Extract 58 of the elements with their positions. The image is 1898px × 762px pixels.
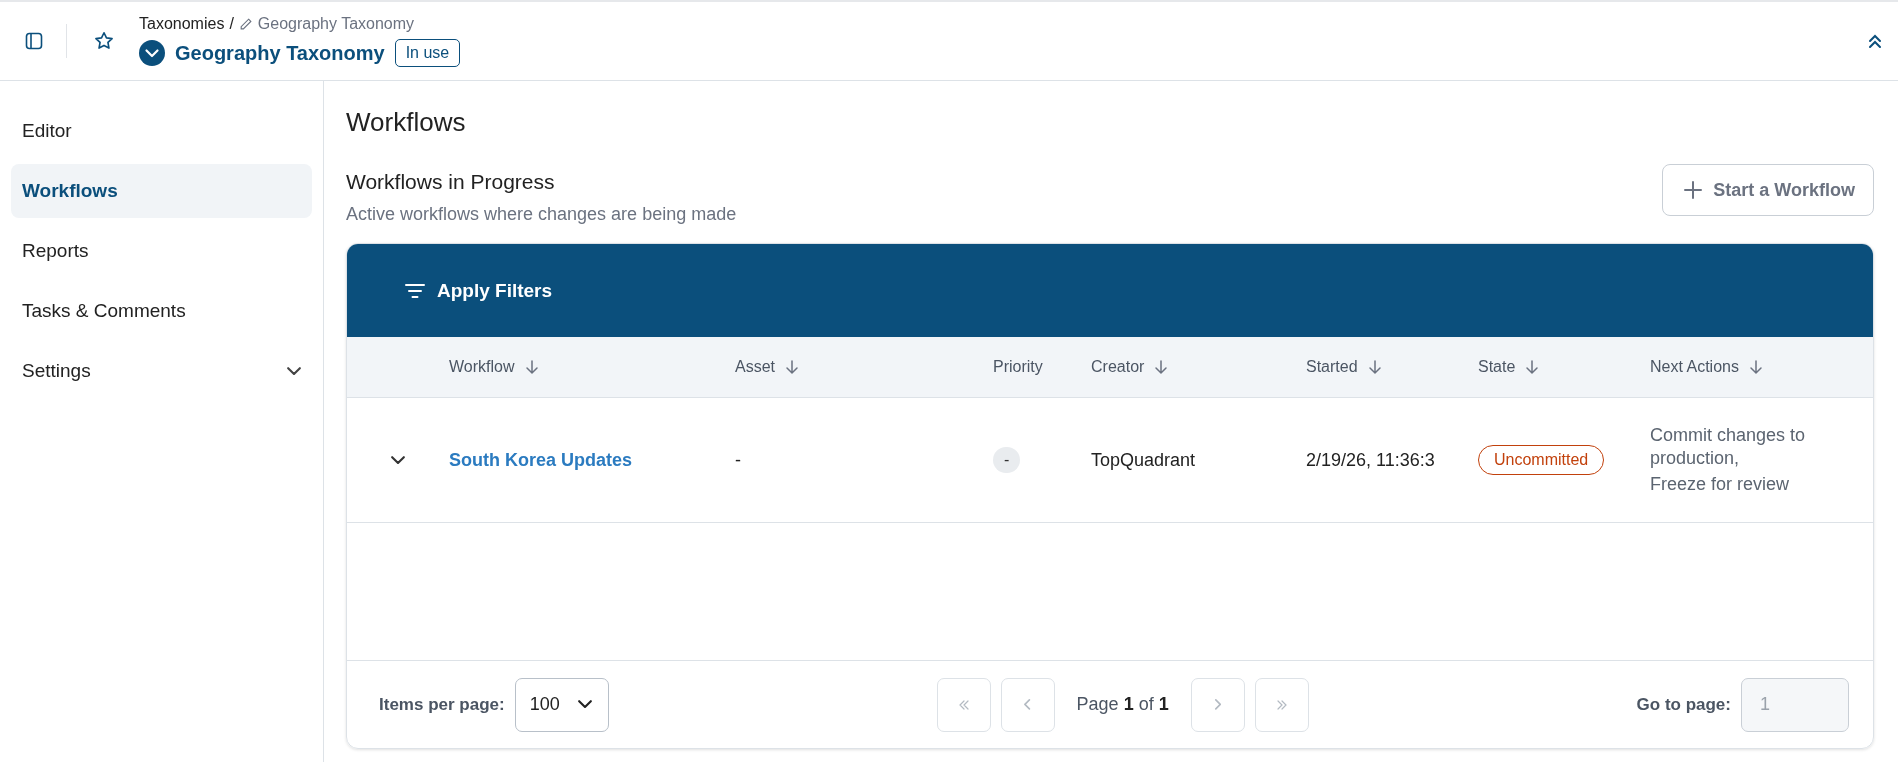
sidebar-item-label: Editor: [22, 120, 72, 142]
items-per-page-label: Items per page:: [379, 694, 505, 715]
breadcrumb-separator: /: [229, 15, 234, 33]
asset-title: Geography Taxonomy: [175, 41, 385, 65]
chevron-right-icon: [1214, 699, 1222, 710]
page-indicator: Page 1 of 1: [1076, 694, 1169, 715]
column-header[interactable]: Creator: [1091, 358, 1145, 376]
sidebar-item-label: Reports: [22, 240, 89, 262]
filter-icon: [405, 282, 425, 299]
next-action-text: Freeze for review: [1650, 473, 1791, 496]
sidebar-item-label: Settings: [22, 360, 91, 382]
sidebar-item-label: Tasks & Comments: [22, 300, 186, 322]
priority-pill: -: [993, 447, 1021, 473]
sort-arrow-icon: [1367, 359, 1382, 375]
page-title: Workflows: [346, 107, 467, 138]
column-header[interactable]: State: [1478, 358, 1516, 376]
sort-arrow-icon: [785, 359, 799, 375]
table-cell: -: [735, 449, 741, 471]
sidebar-item[interactable]: Settings: [11, 344, 312, 398]
sort-arrow-icon: [1154, 359, 1169, 375]
sidebar-item[interactable]: Editor: [11, 104, 312, 158]
chevron-left-icon: [1024, 699, 1032, 710]
column-header[interactable]: Workflow: [449, 358, 515, 376]
status-badge: In use: [394, 39, 461, 67]
chevron-down-icon: [287, 366, 301, 376]
sidebar-item[interactable]: Reports: [11, 224, 312, 278]
go-to-page-field[interactable]: 1: [1741, 677, 1849, 732]
breadcrumb-current: Geography Taxonomy: [257, 15, 415, 33]
next-action-text: Commit changes to production,: [1650, 424, 1807, 470]
dropdown-circle-icon[interactable]: [139, 40, 165, 66]
apply-filters-button[interactable]: Apply Filters: [399, 278, 559, 303]
breadcrumb-link[interactable]: Taxonomies: [139, 15, 225, 33]
sort-arrow-icon: [1525, 359, 1540, 375]
section-title: Workflows in Progress: [346, 170, 556, 194]
column-header[interactable]: Started: [1306, 358, 1358, 376]
table-cell: 2/19/26, 11:36:3: [1306, 449, 1435, 471]
sort-arrow-icon: [1748, 359, 1763, 375]
go-to-page-label: Go to page:: [1636, 694, 1731, 715]
section-subtitle: Active workflows where changes are being made: [346, 204, 737, 225]
pencil-icon: [238, 17, 253, 31]
double-chevron-up-icon: [1868, 33, 1882, 49]
sidebar-item-label: Workflows: [22, 180, 118, 202]
expand-row-button[interactable]: [389, 453, 407, 467]
column-header[interactable]: Next Actions: [1650, 358, 1739, 376]
start-workflow-button[interactable]: Start a Workflow: [1662, 164, 1874, 216]
workflow-link[interactable]: South Korea Updates: [449, 449, 633, 470]
chevron-down-icon: [577, 700, 592, 709]
items-per-page-select[interactable]: 100: [514, 677, 609, 732]
plus-icon: [1683, 180, 1704, 200]
column-header[interactable]: Priority: [993, 358, 1043, 376]
chevron-down-icon: [391, 455, 405, 465]
sidebar-panel-icon: [24, 31, 44, 51]
sidebar-item[interactable]: Tasks & Comments: [11, 284, 312, 338]
sidebar-item[interactable]: Workflows: [11, 164, 312, 218]
column-header[interactable]: Asset: [735, 358, 775, 376]
table-cell: TopQuadrant: [1091, 449, 1196, 471]
sort-arrow-icon: [524, 359, 539, 375]
star-icon: [93, 30, 115, 52]
